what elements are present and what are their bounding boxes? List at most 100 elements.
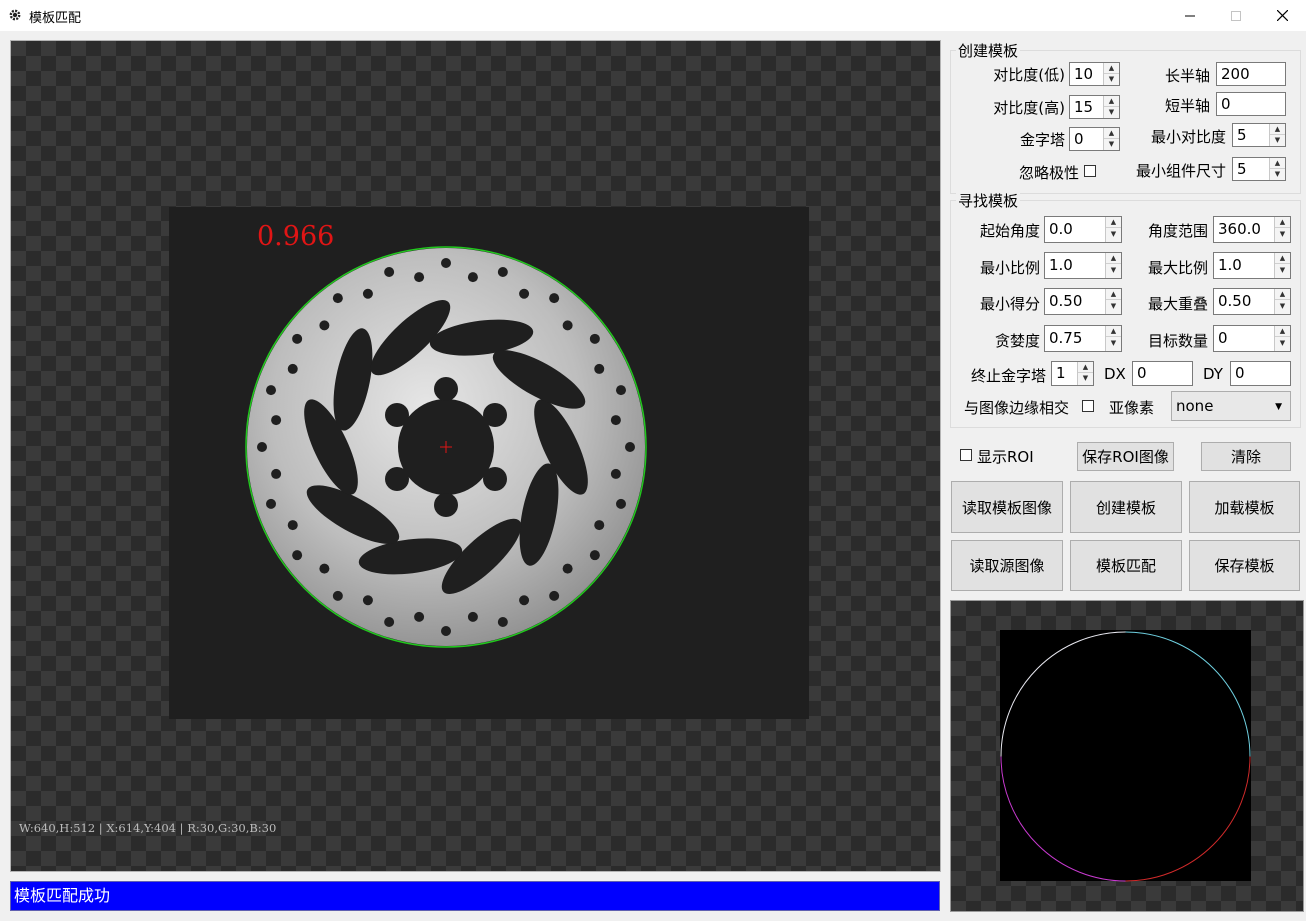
spin-down-icon[interactable]: ▼ bbox=[1104, 74, 1119, 85]
save-roi-image-button[interactable]: 保存ROI图像 bbox=[1077, 442, 1174, 471]
dx-input[interactable]: 0 bbox=[1132, 361, 1193, 386]
num-targets-label: 目标数量 bbox=[1147, 332, 1208, 350]
spin-down-icon[interactable]: ▼ bbox=[1270, 169, 1285, 180]
greediness-label: 贪婪度 bbox=[994, 332, 1040, 350]
read-source-image-button[interactable]: 读取源图像 bbox=[951, 540, 1063, 591]
minimize-icon bbox=[1185, 15, 1195, 16]
dy-label: DY bbox=[1203, 365, 1223, 383]
spin-up-icon[interactable]: ▲ bbox=[1275, 217, 1290, 228]
min-scale-spinbox[interactable]: 1.0 ▲ ▼ bbox=[1044, 252, 1122, 279]
status-bar: 模板匹配成功 bbox=[10, 881, 940, 911]
contrast-low-label: 对比度(低) bbox=[993, 66, 1065, 84]
gear-icon bbox=[9, 9, 21, 21]
maximize-button[interactable] bbox=[1213, 0, 1259, 31]
template-preview-view[interactable] bbox=[950, 600, 1304, 912]
start-angle-spinbox[interactable]: 0.0 ▲ ▼ bbox=[1044, 216, 1122, 243]
short-axis-label: 短半轴 bbox=[1164, 97, 1210, 115]
spin-up-icon[interactable]: ▲ bbox=[1275, 289, 1290, 300]
long-axis-label: 长半轴 bbox=[1164, 67, 1210, 85]
spin-down-icon[interactable]: ▼ bbox=[1275, 265, 1290, 276]
load-template-button[interactable]: 加载模板 bbox=[1189, 481, 1300, 533]
pixel-info: W:640,H:512 | X:614,Y:404 | R:30,G:30,B:… bbox=[19, 821, 277, 835]
template-match-button[interactable]: 模板匹配 bbox=[1070, 540, 1182, 591]
spin-up-icon[interactable]: ▲ bbox=[1106, 253, 1121, 264]
chevron-down-icon: ▼ bbox=[1275, 402, 1282, 412]
spin-up-icon[interactable]: ▲ bbox=[1106, 289, 1121, 300]
spin-down-icon[interactable]: ▼ bbox=[1104, 107, 1119, 118]
spin-down-icon[interactable]: ▼ bbox=[1275, 338, 1290, 349]
contrast-high-label: 对比度(高) bbox=[993, 99, 1065, 117]
spin-down-icon[interactable]: ▼ bbox=[1104, 139, 1119, 150]
find-template-title: 寻找模板 bbox=[956, 190, 1021, 211]
max-scale-spinbox[interactable]: 1.0 ▲ ▼ bbox=[1213, 252, 1291, 279]
subpixel-select[interactable]: none ▼ bbox=[1171, 391, 1291, 421]
contrast-high-spinbox[interactable]: 15 ▲ ▼ bbox=[1069, 95, 1120, 119]
spin-down-icon[interactable]: ▼ bbox=[1270, 135, 1285, 146]
pyramid-label: 金字塔 bbox=[1019, 131, 1065, 149]
close-icon bbox=[1276, 10, 1288, 21]
ignore-polarity-checkbox[interactable] bbox=[1084, 165, 1096, 177]
window-title: 模板匹配 bbox=[29, 11, 82, 26]
spin-down-icon[interactable]: ▼ bbox=[1275, 301, 1290, 312]
spin-down-icon[interactable]: ▼ bbox=[1106, 229, 1121, 240]
border-intersect-checkbox[interactable] bbox=[1082, 400, 1094, 412]
min-contrast-spinbox[interactable]: 5 ▲ ▼ bbox=[1232, 123, 1286, 147]
start-angle-label: 起始角度 bbox=[979, 222, 1040, 240]
clear-button[interactable]: 清除 bbox=[1201, 442, 1291, 471]
close-button[interactable] bbox=[1259, 0, 1305, 31]
match-overlay bbox=[245, 246, 647, 648]
spin-up-icon[interactable]: ▲ bbox=[1106, 326, 1121, 337]
min-contrast-label: 最小对比度 bbox=[1150, 128, 1226, 146]
min-component-size-label: 最小组件尺寸 bbox=[1135, 162, 1226, 180]
create-template-title: 创建模板 bbox=[956, 40, 1021, 61]
num-targets-spinbox[interactable]: 0 ▲ ▼ bbox=[1213, 325, 1291, 352]
minimize-button[interactable] bbox=[1167, 0, 1213, 31]
max-overlap-label: 最大重叠 bbox=[1147, 295, 1208, 313]
stop-pyramid-label: 终止金字塔 bbox=[970, 367, 1046, 385]
center-mark bbox=[440, 441, 452, 453]
subpixel-label: 亚像素 bbox=[1109, 399, 1155, 417]
spin-up-icon[interactable]: ▲ bbox=[1104, 128, 1119, 139]
min-scale-label: 最小比例 bbox=[979, 259, 1040, 277]
angle-range-label: 角度范围 bbox=[1147, 222, 1208, 240]
show-roi-checkbox[interactable] bbox=[960, 449, 972, 461]
spin-up-icon[interactable]: ▲ bbox=[1104, 63, 1119, 74]
border-intersect-label: 与图像边缘相交 bbox=[964, 399, 1070, 417]
contrast-low-spinbox[interactable]: 10 ▲ ▼ bbox=[1069, 62, 1120, 86]
title-bar: 模板匹配 bbox=[0, 0, 1306, 31]
stop-pyramid-spinbox[interactable]: 1 ▲ ▼ bbox=[1051, 361, 1094, 386]
spin-down-icon[interactable]: ▼ bbox=[1078, 373, 1093, 384]
dx-label: DX bbox=[1104, 365, 1126, 383]
ignore-polarity-label: 忽略极性 bbox=[1018, 164, 1079, 182]
create-template-button[interactable]: 创建模板 bbox=[1070, 481, 1182, 533]
spin-up-icon[interactable]: ▲ bbox=[1275, 326, 1290, 337]
spin-down-icon[interactable]: ▼ bbox=[1275, 229, 1290, 240]
angle-range-spinbox[interactable]: 360.0 ▲ ▼ bbox=[1213, 216, 1291, 243]
maximize-icon bbox=[1231, 10, 1241, 21]
spin-up-icon[interactable]: ▲ bbox=[1275, 253, 1290, 264]
read-template-image-button[interactable]: 读取模板图像 bbox=[951, 481, 1063, 533]
spin-up-icon[interactable]: ▲ bbox=[1104, 96, 1119, 107]
match-score: 0.966 bbox=[257, 221, 335, 252]
spin-down-icon[interactable]: ▼ bbox=[1106, 301, 1121, 312]
max-overlap-spinbox[interactable]: 0.50 ▲ ▼ bbox=[1213, 288, 1291, 315]
template-contour-image bbox=[1000, 630, 1251, 882]
spin-up-icon[interactable]: ▲ bbox=[1106, 217, 1121, 228]
spin-up-icon[interactable]: ▲ bbox=[1270, 124, 1285, 135]
long-axis-input[interactable]: 200 bbox=[1216, 62, 1286, 86]
greediness-spinbox[interactable]: 0.75 ▲ ▼ bbox=[1044, 325, 1122, 352]
short-axis-input[interactable]: 0 bbox=[1216, 92, 1286, 116]
spin-down-icon[interactable]: ▼ bbox=[1106, 338, 1121, 349]
min-component-size-spinbox[interactable]: 5 ▲ ▼ bbox=[1232, 157, 1286, 181]
min-score-label: 最小得分 bbox=[979, 295, 1040, 313]
spin-down-icon[interactable]: ▼ bbox=[1106, 265, 1121, 276]
spin-up-icon[interactable]: ▲ bbox=[1078, 362, 1093, 373]
show-roi-label: 显示ROI bbox=[977, 448, 1034, 466]
main-image-view[interactable]: 0.966 W:640,H:512 | X:614,Y:404 | R:30,G… bbox=[10, 40, 941, 872]
dy-input[interactable]: 0 bbox=[1230, 361, 1291, 386]
pyramid-spinbox[interactable]: 0 ▲ ▼ bbox=[1069, 127, 1120, 151]
min-score-spinbox[interactable]: 0.50 ▲ ▼ bbox=[1044, 288, 1122, 315]
max-scale-label: 最大比例 bbox=[1147, 259, 1208, 277]
save-template-button[interactable]: 保存模板 bbox=[1189, 540, 1300, 591]
spin-up-icon[interactable]: ▲ bbox=[1270, 158, 1285, 169]
